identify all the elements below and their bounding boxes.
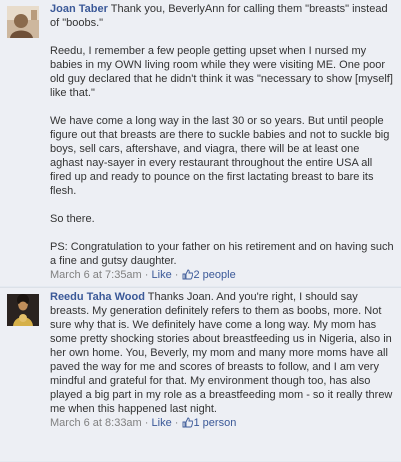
like-button[interactable]: Like: [152, 417, 172, 429]
profile-photo-icon: [7, 294, 39, 326]
comment-paragraph: Joan Taber Thank you, BeverlyAnn for cal…: [50, 2, 395, 30]
separator: ·: [144, 269, 149, 281]
avatar[interactable]: [7, 6, 39, 38]
comment-meta: March 6 at 7:35am · Like · 2 people: [50, 268, 395, 282]
comment-paragraph: We have come a long way in the last 30 o…: [50, 115, 390, 197]
comment: Reedu Taha Wood Thanks Joan. And you're …: [0, 287, 401, 462]
like-count: 2 people: [193, 269, 236, 281]
comment-paragraph: Reedu, I remember a few people getting u…: [50, 45, 393, 99]
comment-body: Reedu Taha Wood Thanks Joan. And you're …: [50, 290, 395, 430]
comment-paragraph: So there.: [50, 213, 95, 225]
avatar[interactable]: [7, 294, 39, 326]
comment-paragraph: Reedu Taha Wood Thanks Joan. And you're …: [50, 290, 395, 416]
comment-text: Thanks Joan. And you're right, I should …: [50, 291, 393, 415]
like-count-link[interactable]: 2 people: [182, 269, 236, 281]
comment-timestamp[interactable]: March 6 at 7:35am: [50, 269, 142, 281]
comment-meta: March 6 at 8:33am · Like · 1 person: [50, 416, 395, 430]
comment-body: Joan Taber Thank you, BeverlyAnn for cal…: [50, 2, 395, 282]
comment-paragraph: PS: Congratulation to your father on his…: [50, 241, 394, 267]
separator: ·: [174, 269, 179, 281]
comment-author-link[interactable]: Joan Taber: [50, 3, 108, 15]
separator: ·: [174, 417, 179, 429]
profile-photo-icon: [7, 6, 39, 38]
thumbs-up-icon: [182, 417, 193, 428]
comment-timestamp[interactable]: March 6 at 8:33am: [50, 417, 142, 429]
like-count: 1 person: [193, 417, 237, 429]
like-button[interactable]: Like: [152, 269, 172, 281]
separator: ·: [144, 417, 149, 429]
comment-author-link[interactable]: Reedu Taha Wood: [50, 291, 145, 303]
comment: Joan Taber Thank you, BeverlyAnn for cal…: [0, 0, 401, 287]
thumbs-up-icon: [182, 269, 193, 280]
like-count-link[interactable]: 1 person: [182, 417, 237, 429]
